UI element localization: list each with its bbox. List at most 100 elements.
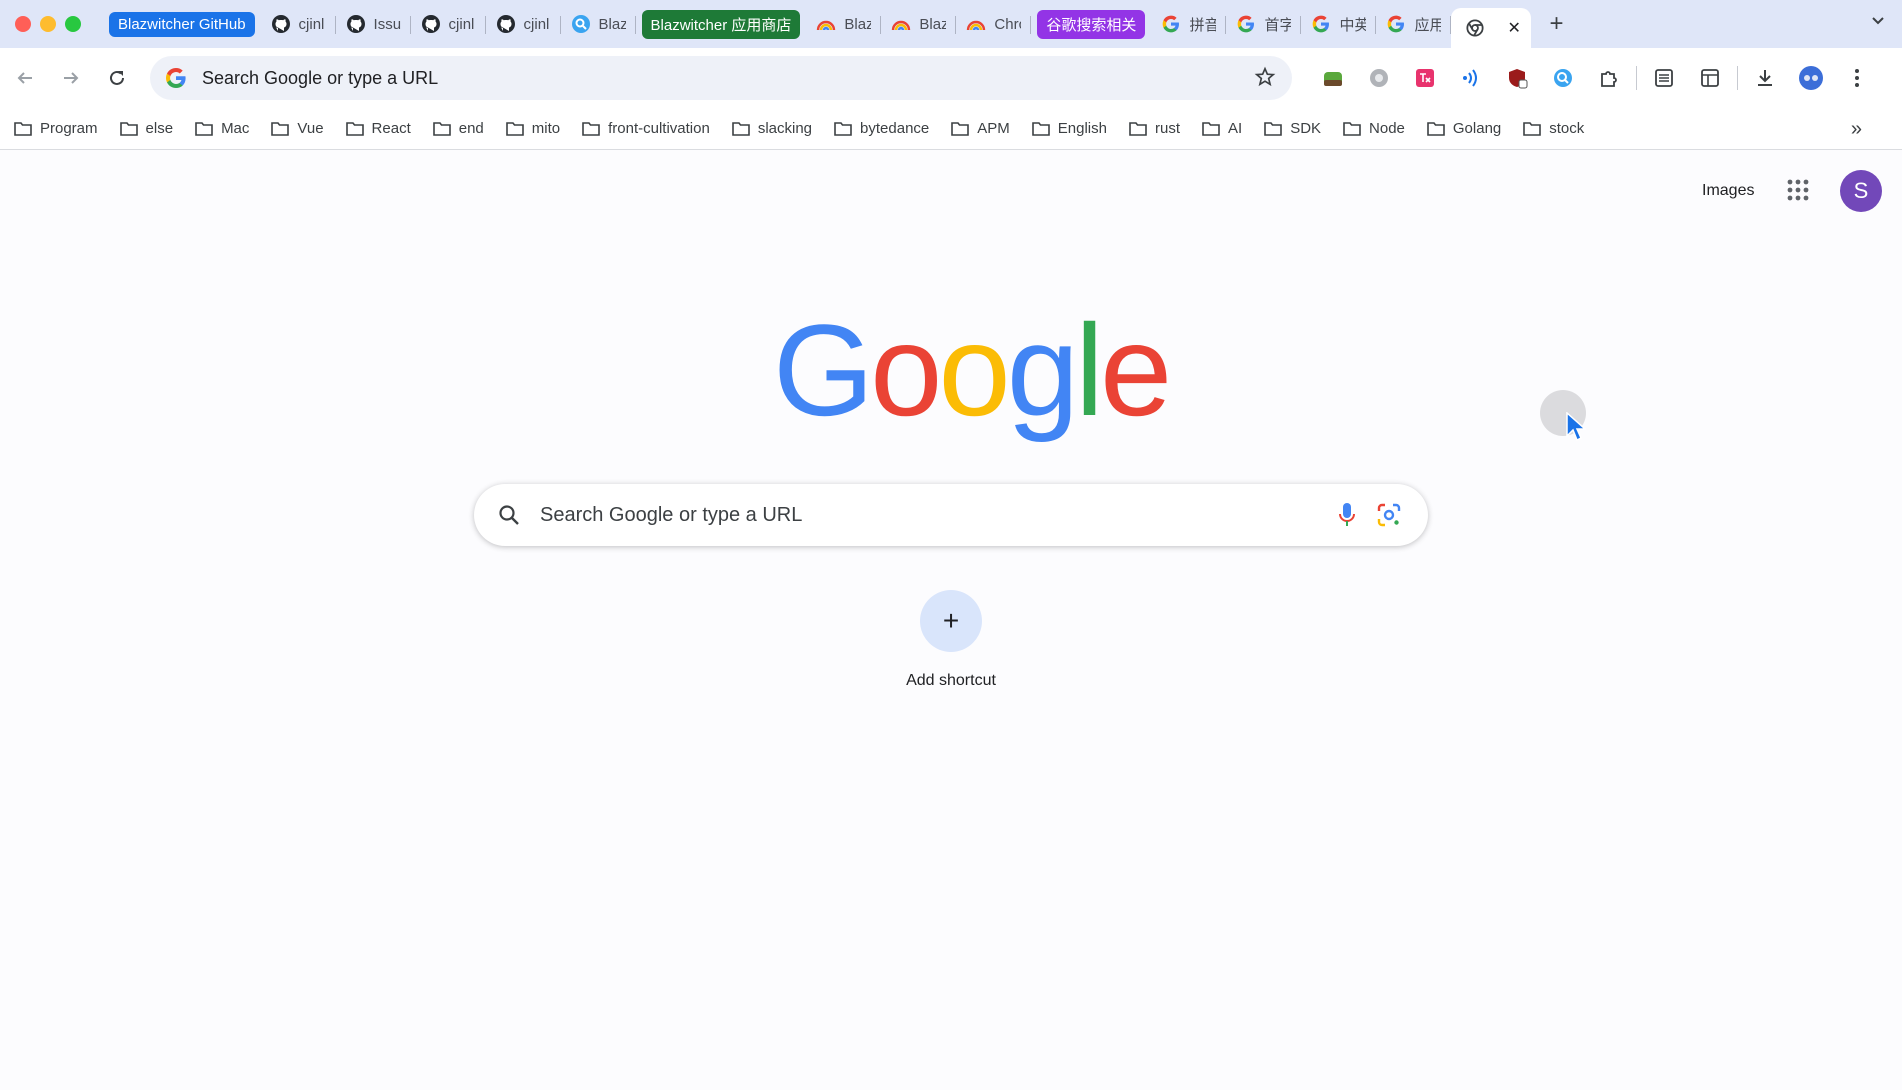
bookmark-folder[interactable]: slacking [732,120,812,137]
folder-icon [195,122,213,136]
google-icon [166,68,186,88]
forward-button[interactable] [48,55,94,101]
bookmark-folder[interactable]: Program [14,120,98,137]
github-icon [271,14,291,34]
github-icon [496,14,516,34]
search-input[interactable]: Search Google or type a URL [540,504,802,527]
logo-letter: e [1099,297,1172,443]
browser-tab[interactable]: Blaz [561,6,636,42]
browser-tab[interactable]: 拼音 [1151,6,1227,42]
menu-kebab-icon[interactable] [1834,56,1880,100]
bookmark-folder[interactable]: stock [1523,120,1584,137]
reload-button[interactable] [94,55,140,101]
browser-tab[interactable]: cjinl [411,6,486,42]
address-bar[interactable]: Search Google or type a URL [150,56,1292,100]
bookmark-label: English [1057,120,1107,137]
bookmark-label: AI [1228,120,1243,137]
bookmark-folder[interactable]: front-cultivation [582,120,710,137]
tab-strip: Blazwitcher GitHub cjinl Issu cjinl cjinl Bla… [0,0,1902,48]
folder-icon [119,122,138,136]
tab-title: Chrc [994,15,1021,33]
blazwitcher-icon [571,14,591,34]
close-window-button[interactable] [15,16,31,32]
tab-group-chip[interactable]: Blazwitcher GitHub [109,11,255,37]
back-button[interactable] [2,55,48,101]
extension-shield-icon[interactable] [1494,56,1540,100]
extension-frog-icon[interactable] [1310,56,1356,100]
bookmark-label: else [145,120,174,137]
bookmark-folder[interactable]: Vue [271,120,324,137]
logo-letter: o [870,297,942,443]
tab-group-chip[interactable]: 谷歌搜索相关 [1037,9,1146,39]
extension-blazwitcher-icon[interactable] [1540,56,1586,100]
browser-tab[interactable]: cjinl [486,6,561,42]
active-tab[interactable]: ✕ [1451,8,1532,48]
browser-tab[interactable]: cjinl [261,6,336,42]
folder-icon [271,122,290,136]
reload-icon [110,70,124,85]
bookmark-folder[interactable]: English [1031,120,1107,137]
search-box[interactable]: Search Google or type a URL [474,484,1428,546]
bookmark-folder[interactable]: SDK [1264,120,1321,137]
extension-audio-waves-icon[interactable] [1448,56,1494,100]
extension-gray-circle-icon[interactable] [1356,56,1402,100]
tab-title: Blaz [919,15,947,33]
folder-icon [345,122,364,136]
images-link[interactable]: Images [1702,182,1754,200]
bookmark-folder[interactable]: React [345,120,411,137]
browser-tab[interactable]: Issu [336,6,411,42]
bookmark-folder[interactable]: AI [1202,120,1242,137]
bookmark-label: bytedance [860,120,930,137]
bookmark-label: stock [1549,120,1585,137]
bookmark-folder[interactable]: bytedance [834,120,929,137]
browser-tab[interactable]: 应用 [1376,6,1452,42]
browser-tab[interactable]: Chrc [956,6,1032,42]
bookmark-star-icon[interactable] [1254,66,1276,88]
microphone-icon[interactable] [1338,502,1356,528]
bookmark-folder[interactable]: Golang [1427,120,1501,137]
tab-title: cjinl [448,15,475,33]
bookmark-folder[interactable]: APM [951,120,1010,137]
tab-group-chip[interactable]: Blazwitcher 应用商店 [641,9,801,39]
rainbow-icon [966,14,986,34]
bookmark-folder[interactable]: Node [1343,120,1405,137]
extension-translate-icon[interactable] [1402,56,1448,100]
browser-tab[interactable]: 中英 [1301,6,1377,42]
close-tab-button[interactable]: ✕ [1507,18,1520,38]
google-apps-grid-icon[interactable] [1786,178,1810,207]
bookmark-folder[interactable]: Mac [195,120,249,137]
bookmark-folder[interactable]: mito [505,120,560,137]
zoom-window-button[interactable] [65,16,81,32]
google-lens-icon[interactable] [1376,502,1402,528]
bookmarks-overflow-button[interactable]: » [1851,118,1862,141]
new-tab-button[interactable]: + [1549,10,1563,38]
add-shortcut-label[interactable]: Add shortcut [870,672,1032,690]
github-icon [421,14,441,34]
reading-list-icon[interactable] [1641,56,1687,100]
profile-avatar-icon[interactable] [1788,56,1834,100]
bookmark-folder[interactable]: rust [1129,120,1180,137]
download-icon[interactable] [1742,56,1788,100]
side-panel-icon[interactable] [1687,56,1733,100]
search-icon [499,505,519,525]
bookmark-label: rust [1154,120,1180,137]
tab-search-chevron-icon[interactable] [1870,12,1886,33]
browser-tab[interactable]: Blaz [881,6,957,42]
bookmark-folder[interactable]: end [432,120,484,137]
tab-title: Blaz [844,15,872,33]
bookmark-folder[interactable]: else [119,120,174,137]
bookmarks-bar: Program else Mac Vue React end mito front-culti… [0,108,1902,150]
extensions-puzzle-icon[interactable] [1586,56,1632,100]
bookmark-label: Node [1369,120,1405,137]
bookmark-label: Program [40,120,98,137]
minimize-window-button[interactable] [40,16,56,32]
folder-icon [1264,122,1282,136]
browser-tab[interactable]: 首字 [1226,6,1302,42]
logo-letter: o [938,297,1010,443]
toolbar-divider [1636,66,1637,90]
new-tab-page: Images S Google Search Google or type a … [0,150,1902,1090]
rainbow-icon [816,14,836,34]
account-avatar[interactable]: S [1840,170,1882,212]
add-shortcut-button[interactable]: + [920,590,982,652]
browser-tab[interactable]: Blaz [806,6,882,42]
